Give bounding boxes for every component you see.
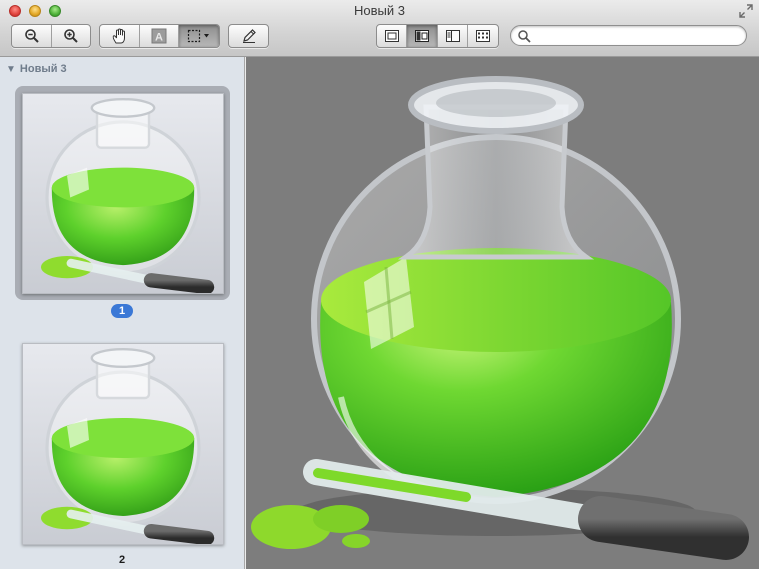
contact-sheet-view-button[interactable] (468, 25, 498, 47)
toc-view-button[interactable] (438, 25, 468, 47)
search-input[interactable] (535, 27, 739, 44)
page-thumbnail-1[interactable] (22, 93, 224, 294)
pencil-icon (242, 29, 256, 43)
zoom-out-icon (24, 29, 39, 43)
thumbnails-view-button[interactable] (407, 25, 438, 47)
annotate-button-group (228, 24, 269, 48)
thumbnails-view-icon (415, 30, 429, 42)
page-number-label: 2 (118, 554, 126, 566)
zoom-out-button[interactable] (12, 25, 52, 47)
page-number-badge: 1 (111, 304, 133, 318)
sidebar-document-header[interactable]: ▼ Новый 3 (6, 63, 67, 75)
tool-button-group: A (99, 24, 220, 48)
window-title: Новый 3 (354, 3, 405, 18)
text-select-icon: A (151, 28, 167, 44)
hand-tool-button[interactable] (100, 25, 140, 47)
contact-sheet-icon (476, 30, 490, 42)
zoom-in-button[interactable] (52, 25, 90, 47)
titlebar: Новый 3 A (0, 0, 759, 57)
preview-window: Новый 3 A ▼ Новый 3 1 2 (0, 0, 759, 569)
zoom-in-icon (64, 29, 78, 43)
zoom-button-group (11, 24, 91, 48)
content-only-icon (384, 30, 399, 42)
rect-select-icon (187, 29, 209, 43)
thumbnail-sidebar: ▼ Новый 3 1 2 (0, 57, 245, 569)
flask-image (251, 76, 749, 560)
text-select-button[interactable]: A (140, 25, 179, 47)
annotate-button[interactable] (229, 25, 268, 47)
fullscreen-icon[interactable] (739, 4, 753, 18)
rect-select-button[interactable] (179, 25, 219, 47)
sidebar-document-title: Новый 3 (19, 63, 67, 75)
view-mode-group (376, 24, 499, 48)
svg-text:A: A (155, 32, 163, 44)
flask-icon (41, 348, 215, 544)
content-only-view-button[interactable] (377, 25, 407, 47)
hand-icon (112, 28, 125, 44)
search-icon (518, 29, 531, 43)
table-of-contents-icon (445, 30, 460, 42)
document-view[interactable] (246, 57, 759, 569)
flask-icon (41, 97, 215, 293)
page-thumbnail-2[interactable] (22, 343, 224, 545)
disclosure-triangle-icon[interactable]: ▼ (6, 64, 16, 75)
search-field[interactable] (510, 25, 747, 46)
